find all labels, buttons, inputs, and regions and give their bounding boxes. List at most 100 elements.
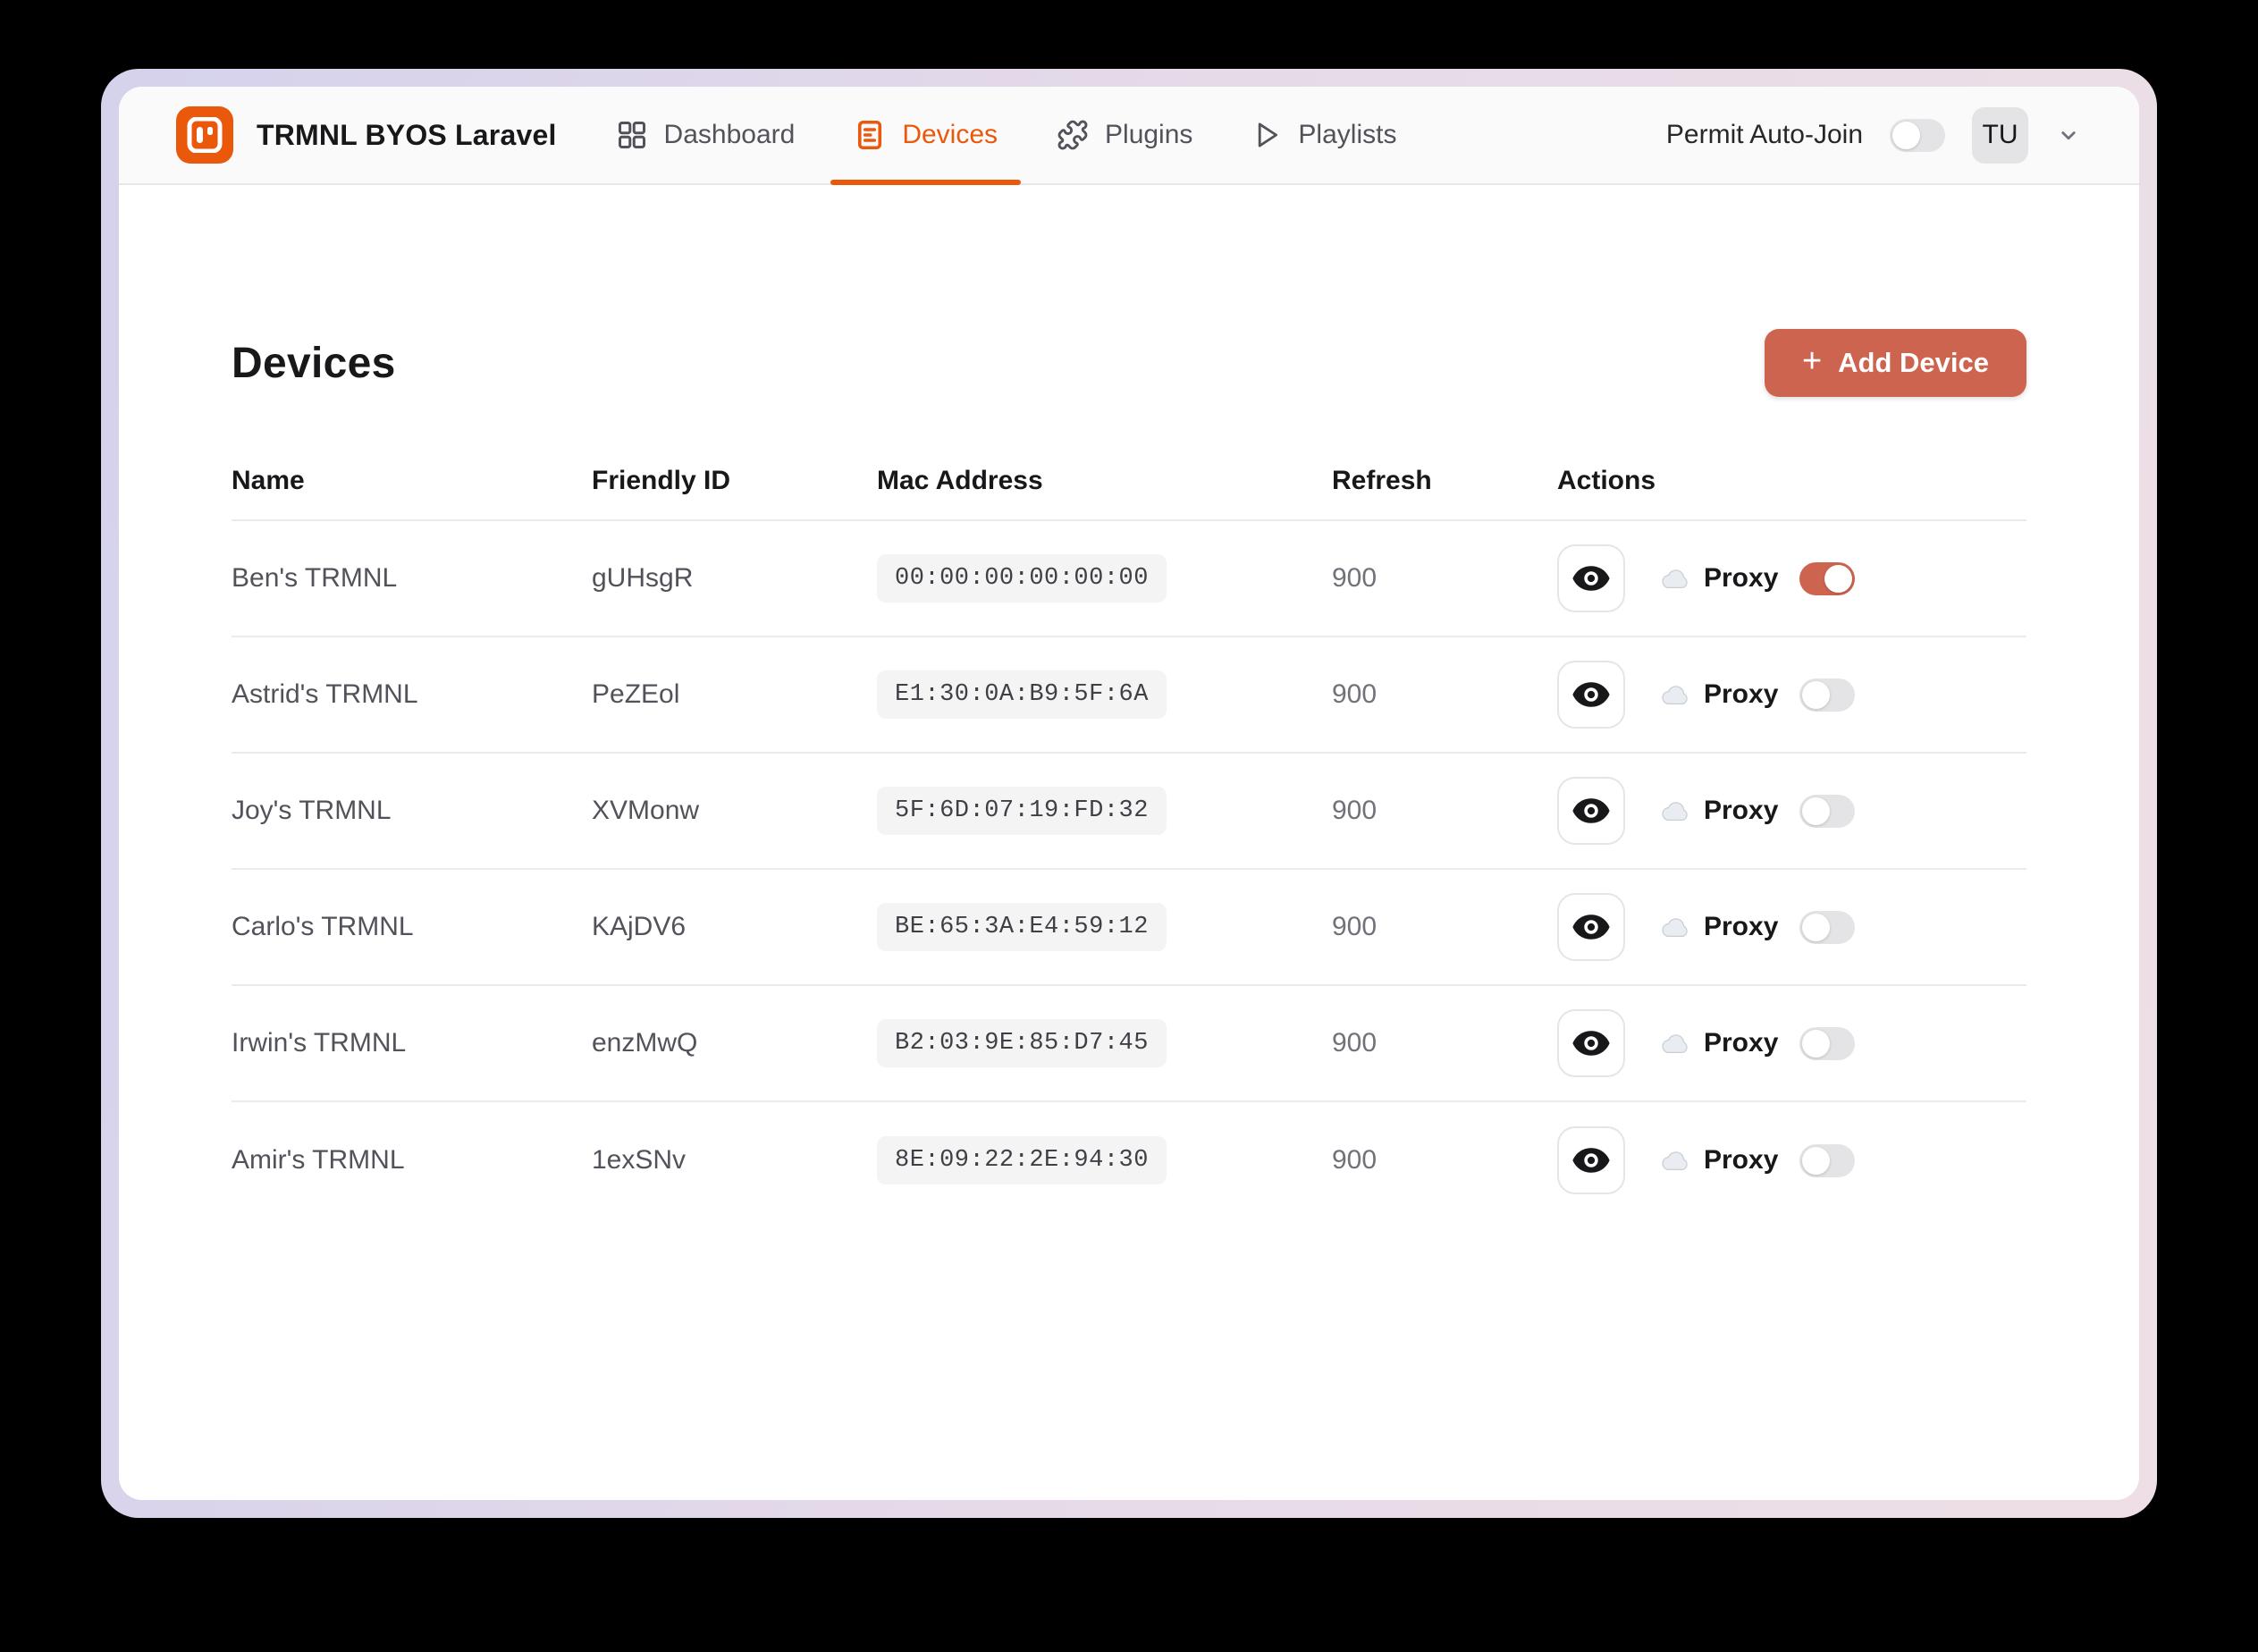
device-name: Irwin's TRMNL	[232, 1028, 407, 1058]
proxy-toggle[interactable]	[1799, 910, 1856, 944]
device-name: Ben's TRMNL	[232, 563, 398, 593]
proxy-label: Proxy	[1704, 1028, 1779, 1058]
eye-icon	[1571, 797, 1611, 824]
mac-address-pill: 00:00:00:00:00:00	[877, 554, 1167, 603]
toggle-knob	[1802, 1146, 1831, 1175]
mac-address-pill: 5F:6D:07:19:FD:32	[877, 787, 1167, 835]
brand[interactable]: TRMNL BYOS Laravel	[176, 87, 557, 183]
trmnl-logo-icon	[176, 106, 233, 164]
mac-cell: B2:03:9E:85:D7:45	[877, 1019, 1332, 1067]
page-title: Devices	[232, 339, 396, 387]
app-card: TRMNL BYOS Laravel Dashboard Devices Plu…	[119, 87, 2139, 1500]
proxy-group: Proxy	[1657, 910, 1856, 944]
mac-cell: 8E:09:22:2E:94:30	[877, 1136, 1332, 1184]
table-row: Astrid's TRMNL PeZEol E1:30:0A:B9:5F:6A …	[232, 637, 2026, 754]
device-name: Amir's TRMNL	[232, 1145, 405, 1175]
mac-cell: 00:00:00:00:00:00	[877, 554, 1332, 603]
col-header-mac-address: Mac Address	[877, 466, 1043, 495]
view-device-button[interactable]	[1557, 544, 1625, 612]
view-device-button[interactable]	[1557, 777, 1625, 845]
actions-cell: Proxy	[1557, 661, 2026, 729]
table-row: Joy's TRMNL XVMonw 5F:6D:07:19:FD:32 900	[232, 754, 2026, 870]
cloud-icon	[1657, 567, 1691, 591]
eye-icon	[1571, 1147, 1611, 1174]
col-header-refresh: Refresh	[1332, 466, 1432, 495]
permit-auto-join-toggle[interactable]	[1890, 118, 1945, 152]
nav-label: Devices	[902, 120, 998, 149]
proxy-group: Proxy	[1657, 561, 1856, 595]
add-device-label: Add Device	[1838, 347, 1989, 378]
page-head: Devices + Add Device	[232, 329, 2026, 397]
proxy-label: Proxy	[1704, 796, 1779, 825]
view-device-button[interactable]	[1557, 893, 1625, 961]
appbar: TRMNL BYOS Laravel Dashboard Devices Plu…	[119, 87, 2139, 185]
mac-address-pill: B2:03:9E:85:D7:45	[877, 1019, 1167, 1067]
proxy-toggle[interactable]	[1799, 794, 1856, 828]
puzzle-icon	[1057, 119, 1089, 151]
cloud-icon	[1657, 1149, 1691, 1173]
appbar-right: Permit Auto-Join TU	[1666, 87, 2082, 183]
proxy-label: Proxy	[1704, 563, 1779, 593]
main-content: Devices + Add Device Name Friendly ID Ma…	[119, 185, 2139, 1500]
proxy-label: Proxy	[1704, 679, 1779, 709]
proxy-group: Proxy	[1657, 1143, 1856, 1177]
chevron-down-icon[interactable]	[2055, 122, 2082, 148]
plus-icon: +	[1801, 342, 1823, 380]
devices-list-icon	[854, 119, 886, 151]
devices-table: Name Friendly ID Mac Address Refresh Act…	[232, 442, 2026, 1218]
mac-cell: BE:65:3A:E4:59:12	[877, 903, 1332, 951]
refresh-value: 900	[1332, 1145, 1378, 1175]
refresh-value: 900	[1332, 912, 1378, 941]
table-row: Ben's TRMNL gUHsgR 00:00:00:00:00:00 900	[232, 521, 2026, 637]
view-device-button[interactable]	[1557, 1009, 1625, 1077]
proxy-toggle[interactable]	[1799, 561, 1856, 595]
nav-label: Playlists	[1298, 120, 1397, 149]
proxy-toggle[interactable]	[1799, 1026, 1856, 1060]
table-header-row: Name Friendly ID Mac Address Refresh Act…	[232, 442, 2026, 521]
device-name: Carlo's TRMNL	[232, 912, 414, 941]
nav-item-dashboard[interactable]: Dashboard	[616, 87, 795, 183]
actions-cell: Proxy	[1557, 1126, 2026, 1194]
nav-item-playlists[interactable]: Playlists	[1251, 87, 1396, 183]
toggle-knob	[1802, 1029, 1831, 1058]
friendly-id: enzMwQ	[592, 1028, 698, 1058]
device-name: Joy's TRMNL	[232, 796, 392, 825]
proxy-label: Proxy	[1704, 912, 1779, 941]
eye-icon	[1571, 914, 1611, 940]
col-header-actions: Actions	[1557, 466, 1656, 495]
refresh-value: 900	[1332, 679, 1378, 709]
toggle-knob	[1802, 680, 1831, 709]
view-device-button[interactable]	[1557, 661, 1625, 729]
view-device-button[interactable]	[1557, 1126, 1625, 1194]
friendly-id: XVMonw	[592, 796, 700, 825]
proxy-toggle[interactable]	[1799, 678, 1856, 712]
actions-cell: Proxy	[1557, 1009, 2026, 1077]
actions-cell: Proxy	[1557, 893, 2026, 961]
nav-item-devices[interactable]: Devices	[830, 87, 1021, 185]
proxy-group: Proxy	[1657, 794, 1856, 828]
user-avatar[interactable]: TU	[1972, 106, 2028, 164]
col-header-name: Name	[232, 466, 305, 495]
mac-cell: E1:30:0A:B9:5F:6A	[877, 670, 1332, 719]
friendly-id: KAjDV6	[592, 912, 687, 941]
table-body: Ben's TRMNL gUHsgR 00:00:00:00:00:00 900	[232, 521, 2026, 1218]
add-device-button[interactable]: + Add Device	[1764, 329, 2026, 397]
proxy-group: Proxy	[1657, 1026, 1856, 1060]
toggle-knob	[1824, 564, 1853, 593]
nav-item-plugins[interactable]: Plugins	[1057, 87, 1192, 183]
proxy-group: Proxy	[1657, 678, 1856, 712]
mac-address-pill: E1:30:0A:B9:5F:6A	[877, 670, 1167, 719]
cloud-icon	[1657, 683, 1691, 707]
toggle-knob	[1802, 913, 1831, 941]
cloud-icon	[1657, 799, 1691, 823]
mac-address-pill: 8E:09:22:2E:94:30	[877, 1136, 1167, 1184]
main-nav: Dashboard Devices Plugins Playlists	[616, 87, 1396, 185]
nav-label: Plugins	[1105, 120, 1193, 149]
refresh-value: 900	[1332, 796, 1378, 825]
table-row: Carlo's TRMNL KAjDV6 BE:65:3A:E4:59:12 9…	[232, 870, 2026, 986]
table-row: Amir's TRMNL 1exSNv 8E:09:22:2E:94:30 90…	[232, 1102, 2026, 1218]
refresh-value: 900	[1332, 1028, 1378, 1058]
toggle-knob	[1802, 796, 1831, 825]
proxy-toggle[interactable]	[1799, 1143, 1856, 1177]
eye-icon	[1571, 1030, 1611, 1057]
